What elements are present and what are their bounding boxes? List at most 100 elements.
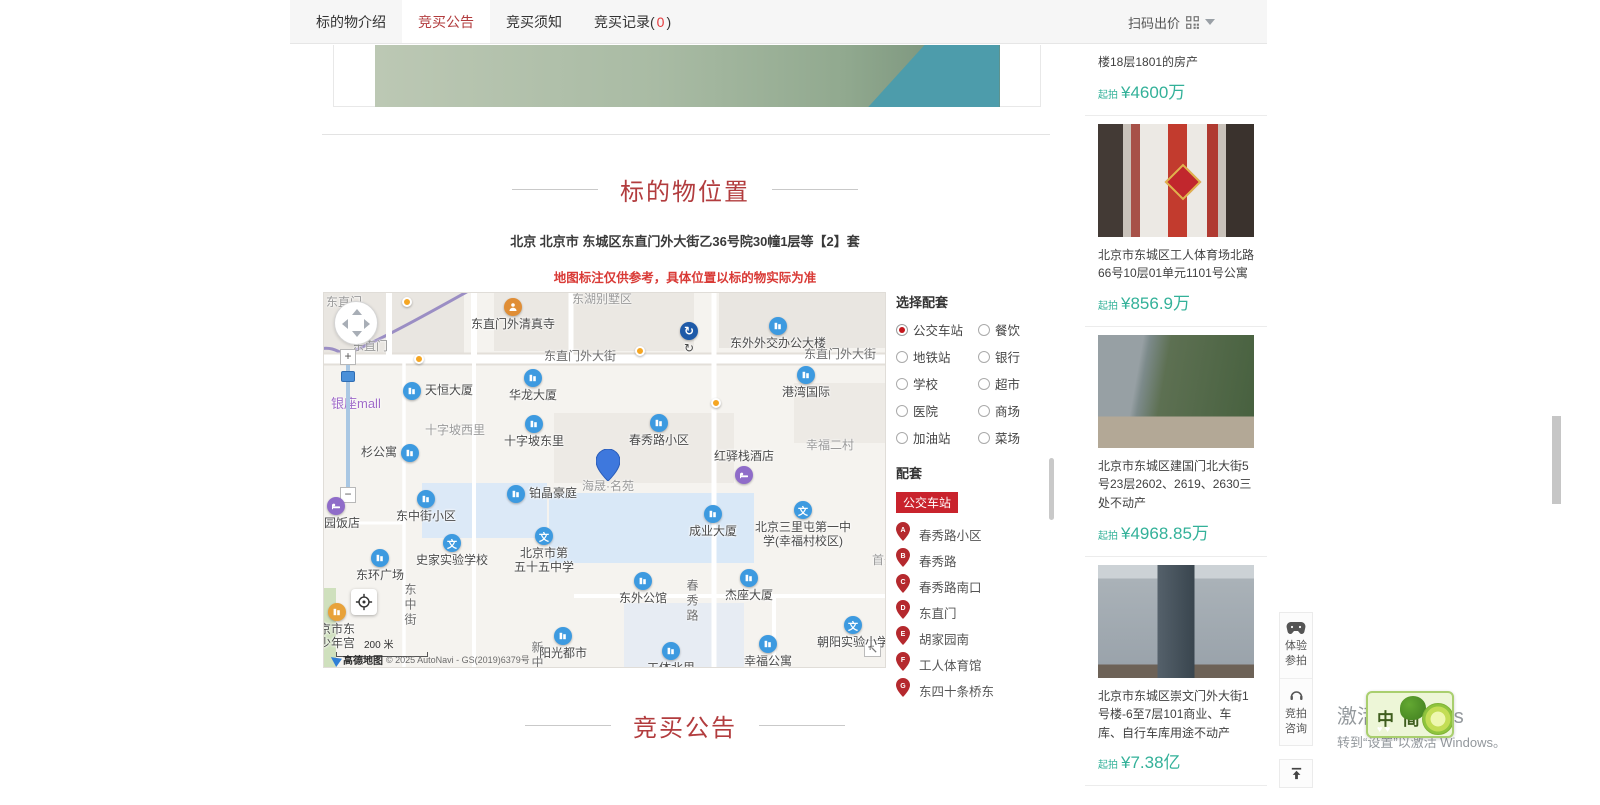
listing-card[interactable]: 北京市东城区建国门北大街5号23层2602、2619、2630三处不动产起拍¥4… — [1085, 327, 1267, 557]
map-marker-dot — [402, 297, 412, 307]
radio-icon[interactable] — [978, 351, 990, 363]
map-poi[interactable]: ↻↻ — [680, 322, 698, 340]
scan-bid-control[interactable]: 扫码出价 — [1128, 0, 1215, 44]
map-label-area: 首开幸 — [872, 551, 886, 568]
map-pan-control[interactable] — [334, 301, 378, 345]
ime-status-badge[interactable]: 中 简 ♥ ♥ — [1366, 691, 1454, 738]
pan-right-icon[interactable] — [364, 319, 370, 329]
price-label: 起拍 — [1098, 760, 1118, 771]
building-icon — [769, 317, 787, 335]
auction-consult-button[interactable]: 竞拍咨询 — [1280, 679, 1312, 746]
facility-option[interactable]: 超市 — [978, 374, 1048, 393]
tab-2[interactable]: 竞买公告 — [402, 0, 490, 43]
map-poi[interactable]: 文朝阳实验小学 — [844, 616, 862, 634]
pan-down-icon[interactable] — [352, 331, 362, 337]
map-poi[interactable]: 文北京市第五十五中学 — [535, 527, 553, 545]
map-poi[interactable]: 铂晶豪庭 — [507, 485, 525, 503]
title-line-right — [759, 725, 845, 726]
listing-card[interactable]: 北京市东城区崇文门外大街1号楼-6至7层101商业、车库、自行车库用途不动产起拍… — [1085, 557, 1267, 787]
bus-stop-item[interactable]: B春秀路 — [896, 547, 1056, 573]
map-poi[interactable]: 港湾国际 — [797, 366, 815, 384]
map-poi[interactable]: 京市东少年宫 — [328, 603, 346, 621]
radio-icon[interactable] — [978, 405, 990, 417]
bus-stop-item[interactable]: D东直门 — [896, 599, 1056, 625]
shop-icon — [328, 603, 346, 621]
svg-text:G: G — [900, 683, 906, 690]
pan-up-icon[interactable] — [352, 309, 362, 315]
building-icon — [662, 642, 680, 660]
map-label-area: 十字坡西里 — [425, 421, 485, 438]
map-poi[interactable]: 东外公馆 — [634, 572, 652, 590]
facility-options: 公交车站餐饮地铁站银行学校超市医院商场加油站菜场 — [896, 320, 1056, 447]
map-poi[interactable]: 文北京三里屯第一中学(幸福村校区) — [794, 501, 812, 519]
listing-title[interactable]: 北京市东城区建国门北大街5号23层2602、2619、2630三处不动产 — [1098, 457, 1254, 513]
listing-title[interactable]: 楼18层1801的房产 — [1098, 53, 1254, 72]
map-label-purple: 银座mall — [331, 393, 381, 412]
bus-stop-item[interactable]: E胡家园南 — [896, 625, 1056, 651]
listing-title[interactable]: 北京市东城区崇文门外大街1号楼-6至7层101商业、车库、自行车库用途不动产 — [1098, 687, 1254, 743]
page-scrollbar-thumb[interactable] — [1552, 416, 1561, 504]
tab-3[interactable]: 竞买须知 — [490, 0, 578, 43]
facility-option[interactable]: 商场 — [978, 401, 1048, 420]
map-poi[interactable]: 天恒大厦 — [403, 382, 421, 400]
bus-stop-item[interactable]: C春秀路南口 — [896, 573, 1056, 599]
facility-option[interactable]: 加油站 — [896, 428, 978, 447]
map-poi[interactable]: 华龙大厦 — [524, 369, 542, 387]
facility-scrollbar[interactable] — [1049, 458, 1054, 520]
map-poi[interactable]: 幸福公寓 — [759, 635, 777, 653]
bus-stop-item[interactable]: A春秀路小区 — [896, 521, 1056, 547]
bus-stop-item[interactable]: G东四十条桥东 — [896, 677, 1056, 703]
listing-photo[interactable] — [1098, 335, 1254, 448]
radio-icon[interactable] — [896, 378, 908, 390]
map-poi[interactable]: 文史家实验学校 — [443, 534, 461, 552]
facility-option[interactable]: 餐饮 — [978, 320, 1048, 339]
listing-card[interactable]: 楼18层1801的房产起拍¥4600万 — [1085, 45, 1267, 116]
listing-photo[interactable] — [1098, 565, 1254, 678]
radio-icon[interactable] — [896, 432, 908, 444]
map-poi[interactable]: 东环广场 — [371, 549, 389, 567]
map-poi[interactable]: 阳光都市 — [554, 627, 572, 645]
radio-icon[interactable] — [896, 405, 908, 417]
zoom-in-button[interactable]: + — [340, 349, 356, 365]
map-canvas[interactable]: 东直门东直门外清真寺东直门东湖别墅区东直门外大街东直门外大街↻↻东外外交办公大楼… — [323, 292, 886, 668]
back-to-top-button[interactable] — [1279, 759, 1313, 788]
facility-option[interactable]: 地铁站 — [896, 347, 978, 366]
map-poi[interactable]: 成业大厦 — [704, 505, 722, 523]
radio-icon[interactable] — [896, 351, 908, 363]
map-poi[interactable]: 工体北里 — [662, 642, 680, 660]
radio-icon[interactable] — [978, 378, 990, 390]
map-poi[interactable]: 东中街小区 — [417, 490, 435, 508]
map-poi[interactable]: 东直门外清真寺 — [504, 298, 522, 316]
experience-bid-button[interactable]: 体验参拍 — [1280, 613, 1312, 679]
facility-option[interactable]: 公交车站 — [896, 320, 978, 339]
zoom-slider-thumb[interactable] — [341, 371, 355, 382]
tab-1[interactable]: 标的物介绍 — [300, 0, 402, 43]
locate-button[interactable] — [351, 589, 377, 615]
map-poi[interactable]: 十字坡东里 — [525, 415, 543, 433]
facility-option[interactable]: 银行 — [978, 347, 1048, 366]
map-poi[interactable]: 杰座大厦 — [740, 569, 758, 587]
refresh-icon: ↻ — [680, 322, 698, 340]
listing-title[interactable]: 北京市东城区工人体育场北路66号10层01单元1101号公寓 — [1098, 246, 1254, 283]
map-poi[interactable]: 花园饭店 — [327, 497, 345, 515]
zoom-slider-track[interactable] — [346, 365, 350, 487]
bus-stop-name: 东直门 — [919, 603, 957, 622]
bus-stop-name: 春秀路南口 — [919, 577, 982, 596]
listing-photo[interactable] — [1098, 124, 1254, 237]
facility-option[interactable]: 医院 — [896, 401, 978, 420]
facility-option[interactable]: 学校 — [896, 374, 978, 393]
radio-icon[interactable] — [896, 324, 908, 336]
listing-card[interactable]: 北京市东城区工人体育场北路66号10层01单元1101号公寓起拍¥856.9万 — [1085, 116, 1267, 327]
tab-4[interactable]: 竞买记录 ( 0 ) — [578, 0, 687, 43]
facility-select-title: 选择配套 — [896, 292, 1056, 311]
bus-stop-item[interactable]: F工人体育馆 — [896, 651, 1056, 677]
map-poi[interactable]: 东外外交办公大楼 — [769, 317, 787, 335]
radio-icon[interactable] — [978, 432, 990, 444]
map-poi[interactable]: 杉公寓 — [401, 444, 419, 462]
map-poi[interactable]: 红驿栈酒店 — [735, 466, 753, 484]
map-poi[interactable]: 春秀路小区 — [650, 414, 668, 432]
map-attribution: 高德地图 © 2025 AutoNavi - GS(2019)6379号 — [330, 652, 530, 667]
radio-icon[interactable] — [978, 324, 990, 336]
pan-left-icon[interactable] — [342, 319, 348, 329]
facility-option[interactable]: 菜场 — [978, 428, 1048, 447]
